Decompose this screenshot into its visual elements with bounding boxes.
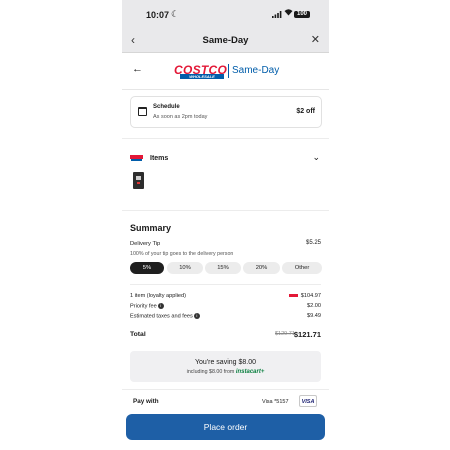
pay-with-label: Pay with bbox=[133, 398, 159, 405]
items-label: Items bbox=[150, 155, 169, 162]
tip-option-20[interactable]: 20% bbox=[243, 262, 280, 274]
loyalty-badge-icon bbox=[288, 294, 298, 298]
costco-mini-logo-icon bbox=[130, 155, 143, 162]
divider bbox=[122, 138, 329, 139]
wifi-icon bbox=[284, 8, 293, 18]
savings-banner: You're saving $8.00 including $8.00 from… bbox=[130, 351, 321, 382]
line-item-label: 1 item (loyalty applied) bbox=[130, 293, 186, 299]
schedule-subtitle: As soon as 2pm today bbox=[153, 114, 208, 120]
logo-separator bbox=[228, 64, 229, 78]
taxes-value: $9.49 bbox=[307, 313, 321, 319]
page-title: Same-Day bbox=[202, 35, 249, 46]
divider bbox=[130, 284, 321, 285]
tip-options: 5% 10% 15% 20% Other bbox=[130, 262, 322, 274]
tip-option-10[interactable]: 10% bbox=[167, 262, 203, 274]
back-arrow-icon[interactable]: ← bbox=[132, 63, 143, 75]
info-icon[interactable]: i bbox=[193, 313, 200, 319]
card-number: Visa *5157 bbox=[262, 399, 289, 405]
store-header: ← COSTCO WHOLESALE Same-Day bbox=[122, 53, 329, 90]
battery-icon: 100 bbox=[294, 11, 310, 18]
tip-note: 100% of your tip goes to the delivery pe… bbox=[130, 251, 234, 257]
savings-detail: including $8.00 from instacart+ bbox=[186, 369, 265, 375]
tip-option-15[interactable]: 15% bbox=[205, 262, 241, 274]
summary-title: Summary bbox=[130, 223, 172, 233]
tip-option-other[interactable]: Other bbox=[282, 262, 322, 274]
tip-label: Delivery Tip bbox=[130, 241, 161, 247]
tip-option-5[interactable]: 5% bbox=[130, 262, 164, 274]
visa-card-icon: VISA bbox=[299, 395, 317, 407]
place-order-button[interactable]: Place order bbox=[126, 414, 325, 440]
phone-screen: 10:07 ☾ 100 ‹ Same-Day ✕ ← COSTCO WHOLES… bbox=[122, 0, 329, 450]
schedule-card[interactable]: Schedule As soon as 2pm today $2 off bbox=[130, 96, 322, 128]
service-label: Same-Day bbox=[232, 65, 280, 76]
moon-icon: ☾ bbox=[171, 9, 180, 19]
savings-headline: You're saving $8.00 bbox=[194, 359, 256, 366]
status-bar: 10:07 ☾ 100 bbox=[122, 0, 329, 30]
schedule-discount: $2 off bbox=[296, 108, 315, 115]
info-icon[interactable]: i bbox=[157, 303, 164, 309]
priority-fee-label: Priority fee i bbox=[130, 303, 164, 309]
calendar-icon bbox=[138, 107, 147, 116]
total-label: Total bbox=[130, 331, 146, 338]
priority-fee-value: $2.00 bbox=[307, 303, 321, 309]
costco-logo: COSTCO WHOLESALE bbox=[174, 63, 228, 79]
schedule-label: Schedule bbox=[153, 104, 180, 110]
item-thumbnail bbox=[133, 172, 144, 189]
instacart-plus-logo: instacart+ bbox=[235, 369, 265, 375]
chevron-down-icon[interactable]: ⌄ bbox=[312, 152, 320, 163]
tip-amount: $5.25 bbox=[305, 240, 321, 246]
line-item-value: $104.97 bbox=[288, 293, 321, 299]
close-icon[interactable]: ✕ bbox=[311, 33, 320, 46]
total-amount: $121.71 bbox=[293, 330, 321, 339]
signal-icon bbox=[272, 11, 282, 18]
total-original: $129.71 bbox=[275, 331, 295, 337]
divider bbox=[122, 210, 329, 211]
status-time: 10:07 bbox=[146, 10, 170, 20]
taxes-label: Estimated taxes and fees i bbox=[130, 313, 200, 319]
divider bbox=[122, 389, 329, 390]
nav-bar: ‹ Same-Day ✕ bbox=[122, 30, 329, 53]
